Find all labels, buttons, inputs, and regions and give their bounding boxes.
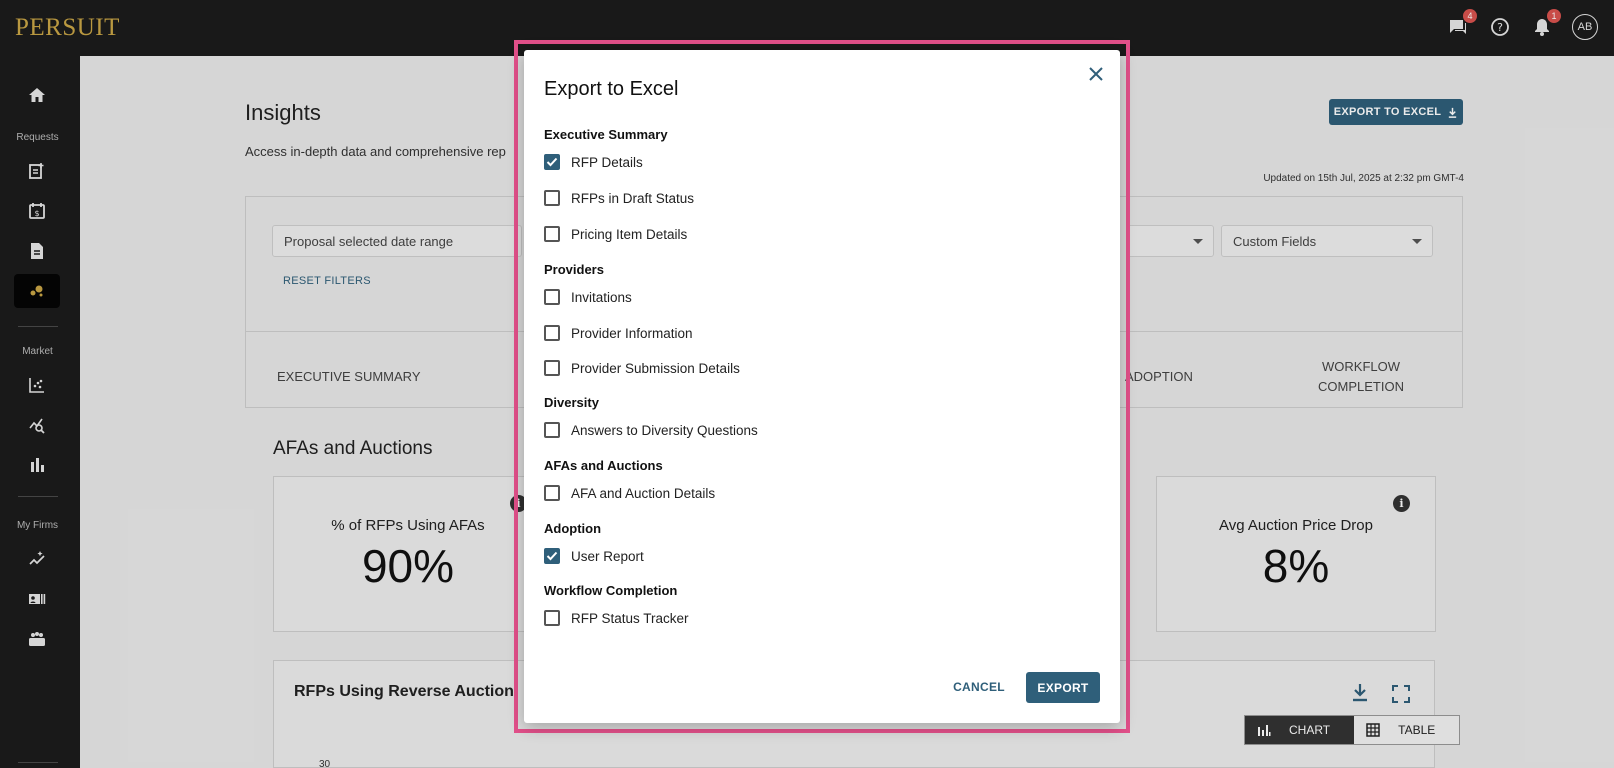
group-heading-executive-summary: Executive Summary bbox=[544, 127, 668, 142]
option-label: Provider Submission Details bbox=[571, 360, 740, 376]
option-label: AFA and Auction Details bbox=[571, 485, 716, 501]
option-afa-and-auction-details[interactable]: AFA and Auction Details bbox=[544, 485, 715, 501]
checkbox-checked[interactable] bbox=[544, 154, 560, 170]
option-rfp-details[interactable]: RFP Details bbox=[544, 154, 643, 170]
checkbox[interactable] bbox=[544, 422, 560, 438]
cancel-button[interactable]: CANCEL bbox=[944, 672, 1014, 702]
group-heading-diversity: Diversity bbox=[544, 395, 599, 410]
option-provider-submission-details[interactable]: Provider Submission Details bbox=[544, 360, 740, 376]
export-button[interactable]: EXPORT bbox=[1026, 672, 1100, 703]
option-user-report[interactable]: User Report bbox=[544, 548, 644, 564]
option-label: User Report bbox=[571, 548, 644, 564]
option-label: Invitations bbox=[571, 289, 632, 305]
checkbox-checked[interactable] bbox=[544, 548, 560, 564]
option-answers-to-diversity-questions[interactable]: Answers to Diversity Questions bbox=[544, 422, 758, 438]
group-heading-afas-and-auctions: AFAs and Auctions bbox=[544, 458, 663, 473]
checkbox[interactable] bbox=[544, 226, 560, 242]
checkbox[interactable] bbox=[544, 485, 560, 501]
option-label: RFP Status Tracker bbox=[571, 610, 689, 626]
export-to-excel-dialog: Export to Excel Executive Summary RFP De… bbox=[524, 50, 1120, 723]
option-rfps-in-draft-status[interactable]: RFPs in Draft Status bbox=[544, 190, 694, 206]
group-heading-workflow-completion: Workflow Completion bbox=[544, 583, 678, 598]
option-invitations[interactable]: Invitations bbox=[544, 289, 632, 305]
option-label: Answers to Diversity Questions bbox=[571, 422, 758, 438]
option-provider-information[interactable]: Provider Information bbox=[544, 325, 693, 341]
dialog-title: Export to Excel bbox=[544, 78, 679, 100]
option-rfp-status-tracker[interactable]: RFP Status Tracker bbox=[544, 610, 689, 626]
option-label: Provider Information bbox=[571, 325, 693, 341]
option-pricing-item-details[interactable]: Pricing Item Details bbox=[544, 226, 687, 242]
option-label: Pricing Item Details bbox=[571, 226, 688, 242]
checkbox[interactable] bbox=[544, 190, 560, 206]
group-heading-adoption: Adoption bbox=[544, 521, 602, 536]
checkbox[interactable] bbox=[544, 289, 560, 305]
checkbox[interactable] bbox=[544, 325, 560, 341]
group-heading-providers: Providers bbox=[544, 262, 604, 277]
option-label: RFPs in Draft Status bbox=[571, 190, 695, 206]
checkbox[interactable] bbox=[544, 360, 560, 376]
checkbox[interactable] bbox=[544, 610, 560, 626]
close-icon[interactable] bbox=[1086, 64, 1106, 84]
option-label: RFP Details bbox=[571, 154, 643, 170]
